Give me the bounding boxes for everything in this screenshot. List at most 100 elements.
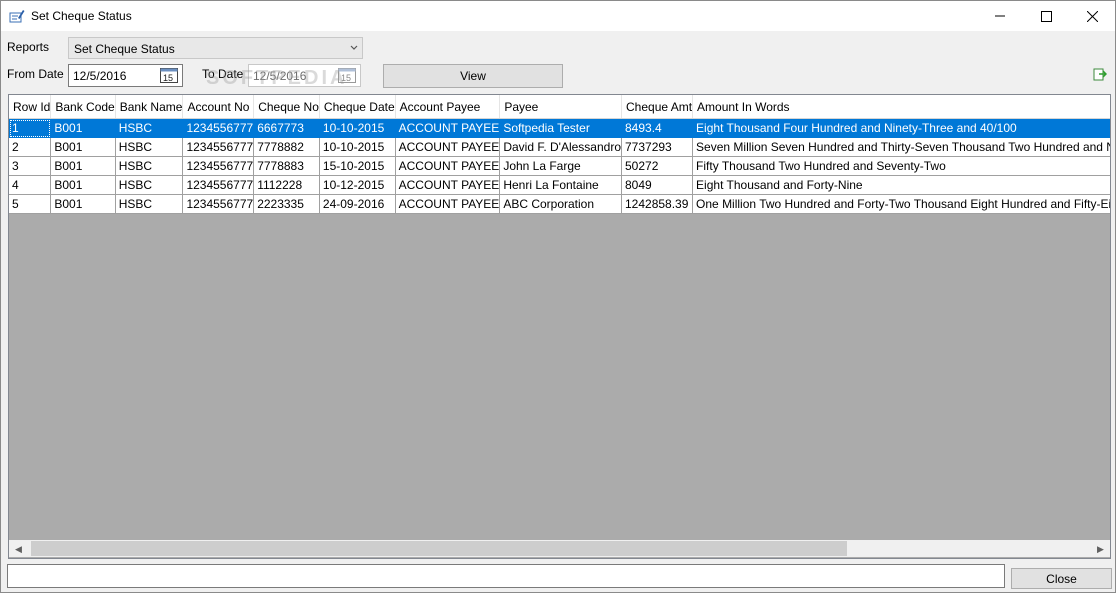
table-cell[interactable]: B001 — [50, 156, 116, 176]
table-cell[interactable]: 2223335 — [253, 194, 320, 214]
table-cell[interactable]: ACCOUNT PAYEE — [395, 137, 501, 157]
table-cell[interactable]: John La Farge — [499, 156, 622, 176]
to-date-value: 12/5/2016 — [253, 69, 307, 83]
maximize-icon — [1040, 10, 1052, 22]
column-header[interactable]: Account No — [182, 95, 255, 119]
chevron-down-icon — [350, 42, 358, 56]
to-date-picker[interactable]: 12/5/2016 15 — [248, 64, 361, 87]
table-cell[interactable]: One Million Two Hundred and Forty-Two Th… — [692, 194, 1110, 214]
close-icon — [1086, 10, 1098, 22]
table-cell[interactable]: Fifty Thousand Two Hundred and Seventy-T… — [692, 156, 1110, 176]
export-icon[interactable] — [1093, 67, 1108, 81]
table-cell[interactable]: David F. D'Alessandro — [499, 137, 622, 157]
main-window: Set Cheque Status Reports Set Cheque Sta… — [0, 0, 1116, 593]
table-cell[interactable]: 1234556777 — [182, 118, 255, 138]
close-button[interactable]: Close — [1011, 568, 1112, 589]
table-cell[interactable]: HSBC — [115, 156, 184, 176]
grid-header-row: Row Id Bank Code Bank Name Account No Cheque… — [9, 95, 1110, 119]
column-header[interactable]: Bank Name — [115, 95, 184, 119]
view-button[interactable]: View — [383, 64, 563, 88]
column-header[interactable]: Cheque Date — [319, 95, 396, 119]
table-cell[interactable]: HSBC — [115, 137, 184, 157]
scrollbar-thumb[interactable] — [31, 541, 847, 556]
minimize-icon — [995, 15, 1005, 17]
table-cell[interactable]: 6667773 — [253, 118, 320, 138]
table-row[interactable]: 3 B001 HSBC 1234556777 7778883 15-10-2015 ACCO… — [9, 156, 1110, 176]
column-header[interactable]: Bank Code — [50, 95, 116, 119]
table-cell[interactable]: 50272 — [621, 156, 694, 176]
table-cell[interactable]: Henri La Fontaine — [499, 175, 622, 195]
table-cell[interactable]: 1234556777 — [182, 194, 255, 214]
reports-dropdown[interactable]: Set Cheque Status — [68, 37, 363, 59]
table-cell[interactable]: 1112228 — [253, 175, 320, 195]
table-cell[interactable]: 5 — [9, 194, 52, 214]
table-cell[interactable]: 3 — [9, 156, 52, 176]
table-cell[interactable]: ACCOUNT PAYEE — [395, 175, 501, 195]
maximize-button[interactable] — [1023, 1, 1069, 31]
table-cell[interactable]: B001 — [50, 137, 116, 157]
table-row[interactable]: 5 B001 HSBC 1234556777 2223335 24-09-2016 ACCO… — [9, 194, 1110, 214]
scroll-right-icon[interactable]: ▶ — [1097, 544, 1105, 554]
column-header[interactable]: Cheque Amt — [621, 95, 694, 119]
table-cell[interactable]: 8493.4 — [621, 118, 694, 138]
table-cell[interactable]: 1234556777 — [182, 156, 255, 176]
from-date-value: 12/5/2016 — [73, 69, 127, 83]
title-bar[interactable]: Set Cheque Status — [1, 1, 1115, 31]
table-cell[interactable]: 10-10-2015 — [319, 118, 396, 138]
reports-label: Reports — [7, 40, 50, 54]
svg-text:15: 15 — [341, 73, 351, 83]
table-cell[interactable]: Seven Million Seven Hundred and Thirty-S… — [692, 137, 1110, 157]
table-cell[interactable]: 1234556777 — [182, 137, 255, 157]
horizontal-scrollbar[interactable]: ◀ ▶ — [9, 540, 1110, 557]
table-cell[interactable]: ACCOUNT PAYEE — [395, 156, 501, 176]
table-cell[interactable]: 10-12-2015 — [319, 175, 396, 195]
table-cell[interactable]: 15-10-2015 — [319, 156, 396, 176]
table-cell[interactable]: 7778882 — [253, 137, 320, 157]
status-field[interactable] — [7, 564, 1005, 588]
table-cell[interactable]: Softpedia Tester — [499, 118, 622, 138]
table-cell[interactable]: 1 — [9, 118, 52, 138]
table-cell[interactable]: B001 — [50, 175, 116, 195]
table-row[interactable]: 4 B001 HSBC 1234556777 1112228 10-12-2015 ACCO… — [9, 175, 1110, 195]
table-cell[interactable]: ACCOUNT PAYEE — [395, 118, 501, 138]
from-date-label: From Date — [7, 67, 64, 81]
table-cell[interactable]: 2 — [9, 137, 52, 157]
calendar-icon[interactable]: 15 — [160, 67, 178, 83]
table-cell[interactable]: B001 — [50, 118, 116, 138]
table-cell[interactable]: HSBC — [115, 194, 184, 214]
reports-dropdown-value: Set Cheque Status — [74, 42, 175, 56]
table-cell[interactable]: 7737293 — [621, 137, 694, 157]
table-cell[interactable]: 10-10-2015 — [319, 137, 396, 157]
table-cell[interactable]: 1234556777 — [182, 175, 255, 195]
table-row[interactable]: 1 B001 HSBC 1234556777 6667773 10-10-2015 ACCO… — [9, 118, 1110, 138]
table-cell[interactable]: ABC Corporation — [499, 194, 622, 214]
table-cell[interactable]: 7778883 — [253, 156, 320, 176]
table-cell[interactable]: B001 — [50, 194, 116, 214]
table-cell[interactable]: ACCOUNT PAYEE — [395, 194, 501, 214]
table-row[interactable]: 2 B001 HSBC 1234556777 7778882 10-10-2015 ACCO… — [9, 137, 1110, 157]
column-header[interactable]: Account Payee — [395, 95, 501, 119]
table-cell[interactable]: 1242858.39 — [621, 194, 694, 214]
table-cell[interactable]: HSBC — [115, 175, 184, 195]
column-header[interactable]: Cheque No — [253, 95, 320, 119]
calendar-icon[interactable]: 15 — [338, 67, 356, 83]
table-cell[interactable]: HSBC — [115, 118, 184, 138]
from-date-picker[interactable]: 12/5/2016 15 — [68, 64, 183, 87]
column-header[interactable]: Row Id — [9, 95, 52, 119]
table-cell[interactable]: 4 — [9, 175, 52, 195]
cheque-table: Row Id Bank Code Bank Name Account No Cheque… — [9, 95, 1110, 214]
to-date-label: To Date — [202, 67, 244, 81]
table-cell[interactable]: Eight Thousand Four Hundred and Ninety-T… — [692, 118, 1110, 138]
table-cell[interactable]: 8049 — [621, 175, 694, 195]
column-header[interactable]: Payee — [499, 95, 622, 119]
minimize-button[interactable] — [977, 1, 1023, 31]
window-title: Set Cheque Status — [31, 9, 132, 23]
svg-text:15: 15 — [163, 73, 173, 83]
close-window-button[interactable] — [1069, 1, 1115, 31]
app-edit-icon — [9, 8, 25, 24]
cheque-grid[interactable]: Row Id Bank Code Bank Name Account No Cheque… — [8, 94, 1111, 559]
column-header[interactable]: Amount In Words — [692, 95, 1110, 119]
table-cell[interactable]: 24-09-2016 — [319, 194, 396, 214]
scroll-left-icon[interactable]: ◀ — [15, 544, 23, 554]
table-cell[interactable]: Eight Thousand and Forty-Nine — [692, 175, 1110, 195]
